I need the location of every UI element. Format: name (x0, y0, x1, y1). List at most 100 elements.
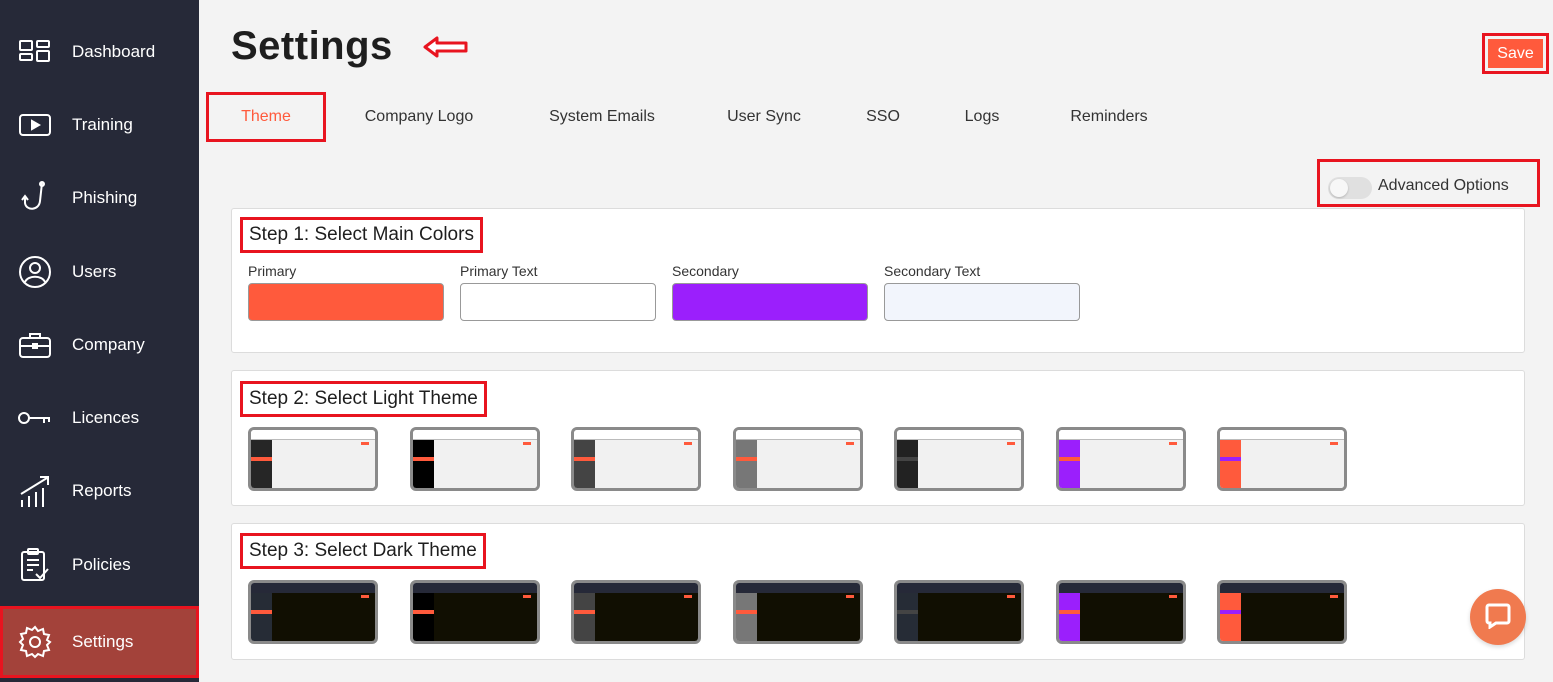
hook-icon (18, 181, 52, 215)
thumb-accent (684, 442, 692, 445)
thumb-stripe (1059, 610, 1080, 614)
tab-user-sync[interactable]: User Sync (714, 92, 814, 142)
step1-card: Step 1: Select Main Colors Primary Prima… (231, 208, 1525, 353)
light-theme-thumbnail[interactable] (733, 427, 863, 491)
sidebar-item-policies[interactable]: Policies (0, 535, 199, 595)
sidebar-item-phishing[interactable]: Phishing (0, 168, 199, 228)
clipboard-check-icon (18, 548, 52, 582)
light-theme-thumbnail[interactable] (1217, 427, 1347, 491)
thumb-stripe (1220, 457, 1241, 461)
thumb-stripe (897, 457, 918, 461)
sidebar-item-label: Settings (72, 632, 134, 651)
thumb-sidebar (251, 593, 272, 641)
dark-theme-thumbnail[interactable] (1056, 580, 1186, 644)
primary-color-label: Primary (248, 263, 297, 279)
step3-card: Step 3: Select Dark Theme (231, 523, 1525, 660)
sidebar-item-label: Licences (72, 408, 140, 427)
secondary-color-swatch[interactable] (672, 283, 868, 321)
save-button[interactable]: Save (1488, 39, 1543, 68)
thumb-sidebar (413, 593, 434, 641)
sidebar-item-label: Users (72, 262, 117, 281)
sidebar-item-reports[interactable]: Reports (0, 461, 199, 521)
thumb-sidebar (736, 440, 757, 488)
sidebar-item-company[interactable]: Company (0, 315, 199, 375)
thumb-stripe (736, 610, 757, 614)
thumb-topbar (413, 583, 537, 593)
light-theme-thumbnail[interactable] (410, 427, 540, 491)
thumb-accent (1330, 442, 1338, 445)
dark-theme-thumbnail[interactable] (1217, 580, 1347, 644)
thumb-accent (523, 595, 531, 598)
thumb-stripe (897, 610, 918, 614)
sidebar-item-label: Company (72, 335, 145, 354)
thumb-accent (1007, 442, 1015, 445)
sidebar-item-dashboard[interactable]: Dashboard (0, 22, 199, 82)
tab-sso[interactable]: SSO (858, 92, 908, 142)
thumb-content (272, 593, 375, 641)
sidebar-item-label: Reports (72, 481, 132, 500)
thumb-topbar (251, 583, 375, 593)
primary-text-color-field: Primary Text (460, 263, 656, 321)
thumb-sidebar (1059, 593, 1080, 641)
dashboard-icon (18, 35, 52, 69)
user-icon (18, 255, 52, 289)
thumb-content (1080, 593, 1183, 641)
sidebar-item-licences[interactable]: Licences (0, 388, 199, 448)
thumb-stripe (1059, 457, 1080, 461)
light-theme-thumbnail[interactable] (571, 427, 701, 491)
thumb-accent (523, 442, 531, 445)
thumb-stripe (1220, 610, 1241, 614)
sidebar-item-settings[interactable]: Settings (0, 606, 199, 678)
thumb-topbar (736, 430, 860, 440)
secondary-text-color-label: Secondary Text (884, 263, 981, 279)
thumb-topbar (413, 430, 537, 440)
tab-logs[interactable]: Logs (953, 92, 1011, 142)
thumb-content (1080, 440, 1183, 488)
main-content: Settings Save Theme Company Logo System … (199, 0, 1553, 682)
step2-card: Step 2: Select Light Theme (231, 370, 1525, 506)
dark-theme-thumbnail[interactable] (248, 580, 378, 644)
advanced-options-label: Advanced Options (1378, 177, 1509, 194)
secondary-text-color-field: Secondary Text (884, 263, 1080, 321)
dark-theme-thumbnail[interactable] (894, 580, 1024, 644)
thumb-sidebar (736, 593, 757, 641)
thumb-content (595, 593, 698, 641)
save-button-highlight: Save (1482, 33, 1549, 74)
thumb-sidebar (413, 440, 434, 488)
thumb-sidebar (897, 593, 918, 641)
tab-reminders[interactable]: Reminders (1056, 92, 1162, 142)
sidebar-item-label: Phishing (72, 188, 138, 207)
step1-title: Step 1: Select Main Colors (240, 217, 483, 253)
thumb-content (918, 440, 1021, 488)
thumb-topbar (1059, 583, 1183, 593)
advanced-options: Advanced Options (1317, 159, 1540, 207)
thumb-accent (1330, 595, 1338, 598)
thumb-accent (846, 595, 854, 598)
primary-text-color-swatch[interactable] (460, 283, 656, 321)
secondary-color-label: Secondary (672, 263, 739, 279)
tab-system-emails[interactable]: System Emails (533, 92, 671, 142)
light-theme-thumbnail[interactable] (894, 427, 1024, 491)
primary-color-swatch[interactable] (248, 283, 444, 321)
thumb-stripe (413, 457, 434, 461)
light-theme-thumbnail[interactable] (248, 427, 378, 491)
thumb-sidebar (574, 593, 595, 641)
step2-title: Step 2: Select Light Theme (240, 381, 487, 417)
advanced-options-toggle[interactable] (1328, 177, 1372, 199)
sidebar-item-training[interactable]: Training (0, 95, 199, 155)
thumb-accent (846, 442, 854, 445)
arrow-left-icon (423, 35, 469, 64)
chat-button[interactable] (1470, 589, 1526, 645)
dark-theme-thumbnail[interactable] (733, 580, 863, 644)
dark-theme-thumbnail[interactable] (410, 580, 540, 644)
secondary-text-color-swatch[interactable] (884, 283, 1080, 321)
thumb-topbar (574, 583, 698, 593)
dark-theme-thumbnail[interactable] (571, 580, 701, 644)
tab-company-logo[interactable]: Company Logo (349, 92, 489, 142)
thumb-topbar (251, 430, 375, 440)
sidebar-item-users[interactable]: Users (0, 242, 199, 302)
light-theme-thumbnail[interactable] (1056, 427, 1186, 491)
tab-theme[interactable]: Theme (206, 92, 326, 142)
thumb-accent (361, 442, 369, 445)
thumb-sidebar (1220, 593, 1241, 641)
